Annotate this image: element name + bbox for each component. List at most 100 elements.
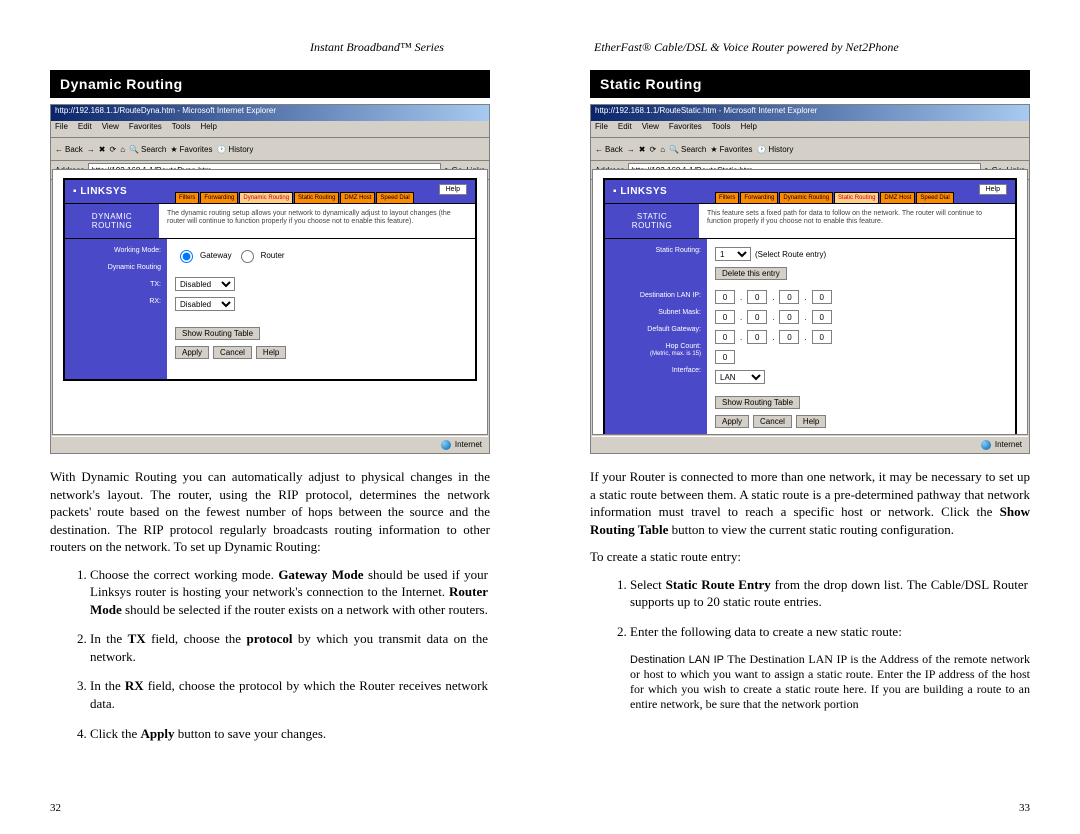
default-gateway-row: . . .: [715, 330, 1007, 344]
steps-list-left: Choose the correct working mode. Gateway…: [50, 566, 490, 742]
menu-item[interactable]: File: [55, 122, 68, 136]
home-button[interactable]: ⌂: [660, 145, 665, 154]
ip-octet[interactable]: [715, 290, 735, 304]
ie-toolbar: ← Back → ✖ ⟳ ⌂ 🔍Search ★Favorites 🕑Histo…: [51, 138, 489, 161]
tab-dmz-host[interactable]: DMZ Host: [880, 192, 915, 203]
delete-entry-button[interactable]: Delete this entry: [715, 267, 787, 280]
linksys-logo: ▪ LINKSYS: [65, 180, 171, 203]
menu-item[interactable]: Edit: [78, 122, 92, 136]
route-entry-select[interactable]: 1: [715, 247, 751, 261]
internet-icon: [441, 440, 451, 450]
menu-item[interactable]: View: [642, 122, 659, 136]
history-button[interactable]: 🕑History: [216, 145, 253, 154]
help-form-button[interactable]: Help: [796, 415, 826, 428]
ip-octet[interactable]: [779, 310, 799, 324]
stop-button[interactable]: ✖: [99, 145, 106, 154]
ip-octet[interactable]: [715, 310, 735, 324]
page-right: EtherFast® Cable/DSL & Voice Router powe…: [540, 0, 1080, 834]
menu-item[interactable]: Help: [200, 122, 216, 136]
apply-button[interactable]: Apply: [715, 415, 749, 428]
refresh-button[interactable]: ⟳: [650, 145, 657, 154]
rx-select[interactable]: Disabled: [175, 297, 235, 311]
ip-octet[interactable]: [812, 330, 832, 344]
home-button[interactable]: ⌂: [120, 145, 125, 154]
menu-item[interactable]: File: [595, 122, 608, 136]
page-number: 32: [50, 802, 61, 814]
list-item: Select Static Route Entry from the drop …: [630, 576, 1030, 611]
ip-octet[interactable]: [747, 310, 767, 324]
back-button[interactable]: ← Back: [55, 145, 83, 154]
forward-button[interactable]: →: [87, 145, 95, 154]
form-body: 1 (Select Route entry) Delete this entry…: [707, 239, 1015, 435]
show-routing-table-button[interactable]: Show Routing Table: [715, 396, 800, 409]
menu-item[interactable]: View: [102, 122, 119, 136]
tab-dmz-host[interactable]: DMZ Host: [340, 192, 375, 203]
menu-item[interactable]: Tools: [712, 122, 731, 136]
form-labels: Working Mode: Dynamic Routing TX: RX:: [65, 239, 167, 379]
tab-static-routing[interactable]: Static Routing: [834, 192, 879, 203]
ie-titlebar: http://192.168.1.1/RouteStatic.htm - Mic…: [591, 105, 1029, 121]
tab-forwarding[interactable]: Forwarding: [740, 192, 778, 203]
tab-speed-dial[interactable]: Speed Dial: [916, 192, 953, 203]
tx-select[interactable]: Disabled: [175, 277, 235, 291]
section-title-left: Dynamic Routing: [50, 70, 490, 98]
back-button[interactable]: ← Back: [595, 145, 623, 154]
gateway-radio[interactable]: [180, 250, 193, 263]
menu-item[interactable]: Favorites: [669, 122, 702, 136]
menu-item[interactable]: Favorites: [129, 122, 162, 136]
side-title: DYNAMIC ROUTING: [65, 204, 159, 238]
menu-item[interactable]: Edit: [618, 122, 632, 136]
help-button[interactable]: Help: [979, 184, 1007, 195]
internet-icon: [981, 440, 991, 450]
linksys-logo: ▪ LINKSYS: [605, 180, 711, 203]
apply-button[interactable]: Apply: [175, 346, 209, 359]
cancel-button[interactable]: Cancel: [213, 346, 252, 359]
refresh-button[interactable]: ⟳: [110, 145, 117, 154]
tab-speed-dial[interactable]: Speed Dial: [376, 192, 413, 203]
header-left: Instant Broadband™ Series: [50, 40, 490, 56]
tab-filters[interactable]: Filters: [715, 192, 739, 203]
search-button[interactable]: 🔍Search: [669, 145, 706, 154]
section-title-right: Static Routing: [590, 70, 1030, 98]
sub-definition: Destination LAN IP The Destination LAN I…: [630, 652, 1030, 712]
tab-filters[interactable]: Filters: [175, 192, 199, 203]
router-radio[interactable]: [241, 250, 254, 263]
favorites-button[interactable]: ★Favorites: [710, 145, 752, 154]
tab-dynamic-routing[interactable]: Dynamic Routing: [239, 192, 293, 203]
show-routing-table-button[interactable]: Show Routing Table: [175, 327, 260, 340]
help-form-button[interactable]: Help: [256, 346, 286, 359]
interface-select[interactable]: LAN: [715, 370, 765, 384]
form-labels: Static Routing: Destination LAN IP: Subn…: [605, 239, 707, 435]
favorites-button[interactable]: ★Favorites: [170, 145, 212, 154]
history-button[interactable]: 🕑History: [756, 145, 793, 154]
stop-button[interactable]: ✖: [639, 145, 646, 154]
body-text-left: With Dynamic Routing you can automatical…: [50, 468, 490, 556]
screenshot-dynamic-routing: http://192.168.1.1/RouteDyna.htm - Micro…: [50, 104, 490, 454]
page-left: Instant Broadband™ Series Dynamic Routin…: [0, 0, 540, 834]
ie-menubar: File Edit View Favorites Tools Help: [51, 121, 489, 138]
help-button[interactable]: Help: [439, 184, 467, 195]
tab-forwarding[interactable]: Forwarding: [200, 192, 238, 203]
ip-octet[interactable]: [747, 290, 767, 304]
list-item: Click the Apply button to save your chan…: [90, 725, 490, 743]
steps-list-right: Select Static Route Entry from the drop …: [590, 576, 1030, 641]
ip-octet[interactable]: [779, 290, 799, 304]
search-button[interactable]: 🔍Search: [129, 145, 166, 154]
ie-menubar: File Edit View Favorites Tools Help: [591, 121, 1029, 138]
ip-octet[interactable]: [812, 310, 832, 324]
ip-octet[interactable]: [715, 330, 735, 344]
ip-octet[interactable]: [779, 330, 799, 344]
tab-static-routing[interactable]: Static Routing: [294, 192, 339, 203]
hop-count-input[interactable]: [715, 350, 735, 364]
ie-titlebar: http://192.168.1.1/RouteDyna.htm - Micro…: [51, 105, 489, 121]
ip-octet[interactable]: [812, 290, 832, 304]
page-number: 33: [1019, 802, 1030, 814]
menu-item[interactable]: Help: [740, 122, 756, 136]
tab-dynamic-routing[interactable]: Dynamic Routing: [779, 192, 833, 203]
menu-item[interactable]: Tools: [172, 122, 191, 136]
ip-octet[interactable]: [747, 330, 767, 344]
body-text-right: If your Router is connected to more than…: [590, 468, 1030, 566]
list-item: In the RX field, choose the protocol by …: [90, 677, 490, 712]
cancel-button[interactable]: Cancel: [753, 415, 792, 428]
forward-button[interactable]: →: [627, 145, 635, 154]
